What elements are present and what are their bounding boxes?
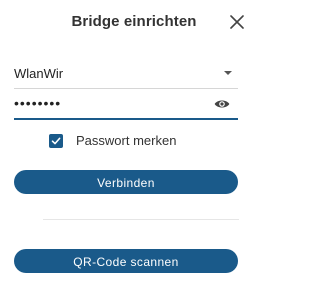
remember-password-checkbox[interactable] [49, 134, 63, 148]
connect-button[interactable]: Verbinden [14, 170, 238, 194]
close-button[interactable] [226, 11, 248, 33]
password-value: •••••••• [14, 95, 62, 111]
divider [43, 219, 239, 220]
check-icon [51, 137, 61, 145]
remember-password-label: Passwort merken [76, 133, 177, 148]
bridge-setup-dialog: Bridge einrichten WlanWir •••••••• Passw… [0, 0, 268, 287]
ssid-select[interactable]: WlanWir [14, 58, 238, 89]
password-field[interactable]: •••••••• [14, 89, 238, 120]
close-icon [230, 15, 244, 29]
eye-icon[interactable] [214, 97, 230, 111]
chevron-down-icon [224, 71, 232, 75]
scan-qr-code-button[interactable]: QR-Code scannen [14, 249, 238, 273]
ssid-value: WlanWir [14, 66, 64, 81]
